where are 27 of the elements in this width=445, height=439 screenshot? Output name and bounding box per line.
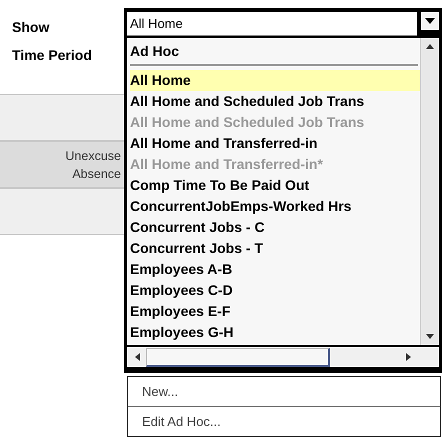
dropdown-button[interactable]	[417, 12, 439, 36]
scroll-up-icon	[426, 44, 434, 49]
list-item[interactable]: Comp Time To Be Paid Out	[130, 175, 420, 196]
list-item[interactable]: Employees E-F	[130, 301, 420, 322]
vertical-scrollbar[interactable]	[420, 38, 439, 345]
scroll-left-icon	[135, 353, 140, 361]
list-item[interactable]: Employees A-B	[130, 259, 420, 280]
list-item[interactable]: All Home and Scheduled Job Trans	[130, 91, 420, 112]
list-item[interactable]: All Home	[130, 70, 420, 91]
list-item[interactable]: Concurrent Jobs - C	[130, 217, 420, 238]
scroll-right-icon	[406, 353, 411, 361]
scroll-down-icon	[426, 334, 434, 339]
menu-item[interactable]: New...	[128, 377, 440, 407]
row-label: Absence	[72, 166, 121, 182]
caret-icon	[425, 18, 435, 24]
scrollbar-thumb[interactable]	[146, 348, 330, 366]
list-item[interactable]: Employees C-D	[130, 280, 420, 301]
list-item[interactable]: All Home and Transferred-in	[130, 133, 420, 154]
row-label: Unexcuse	[65, 148, 121, 164]
menu-item[interactable]: Edit Ad Hoc...	[128, 407, 440, 436]
field-label: Time Period	[12, 46, 93, 64]
horizontal-scrollbar[interactable]	[127, 347, 439, 367]
list-item[interactable]: Employees G-H	[130, 322, 420, 343]
list-item[interactable]: ConcurrentJobEmps-Worked Hrs	[130, 196, 420, 217]
field-label: Show	[12, 18, 50, 36]
list-heading: Ad Hoc	[130, 42, 418, 66]
list-item[interactable]: Concurrent Jobs - T	[130, 238, 420, 259]
